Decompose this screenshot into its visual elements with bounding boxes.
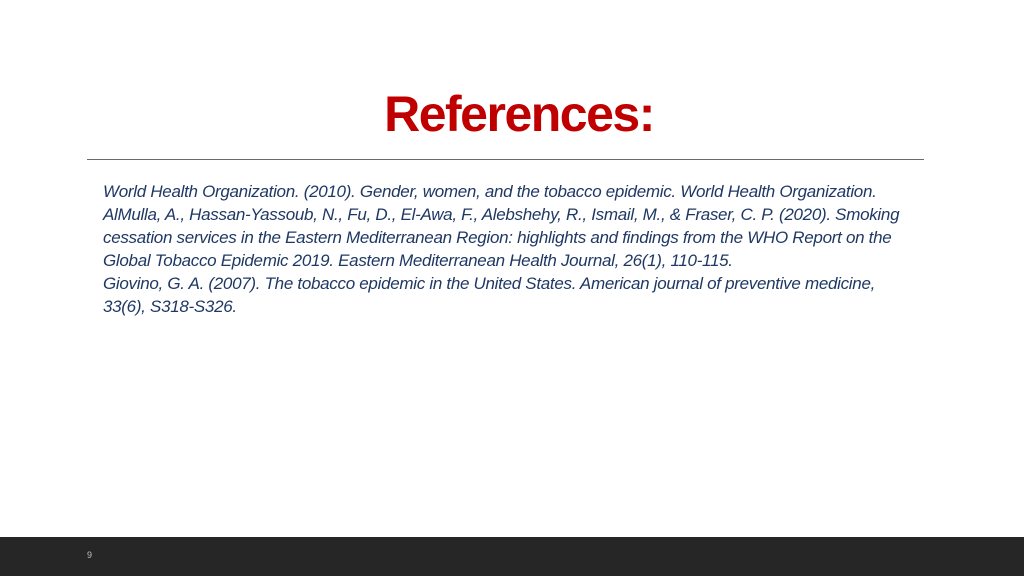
page-number: 9 — [87, 550, 93, 560]
footer-bar: 9 — [0, 537, 1024, 576]
reference-item: AlMulla, A., Hassan-Yassoub, N., Fu, D.,… — [103, 205, 900, 270]
reference-item: Giovino, G. A. (2007). The tobacco epide… — [103, 274, 876, 316]
title-divider — [87, 159, 924, 160]
slide: References: World Health Organization. (… — [0, 0, 1024, 576]
reference-list: World Health Organization. (2010). Gende… — [103, 180, 918, 318]
slide-title: References: — [384, 86, 655, 142]
reference-item: World Health Organization. (2010). Gende… — [103, 182, 877, 201]
